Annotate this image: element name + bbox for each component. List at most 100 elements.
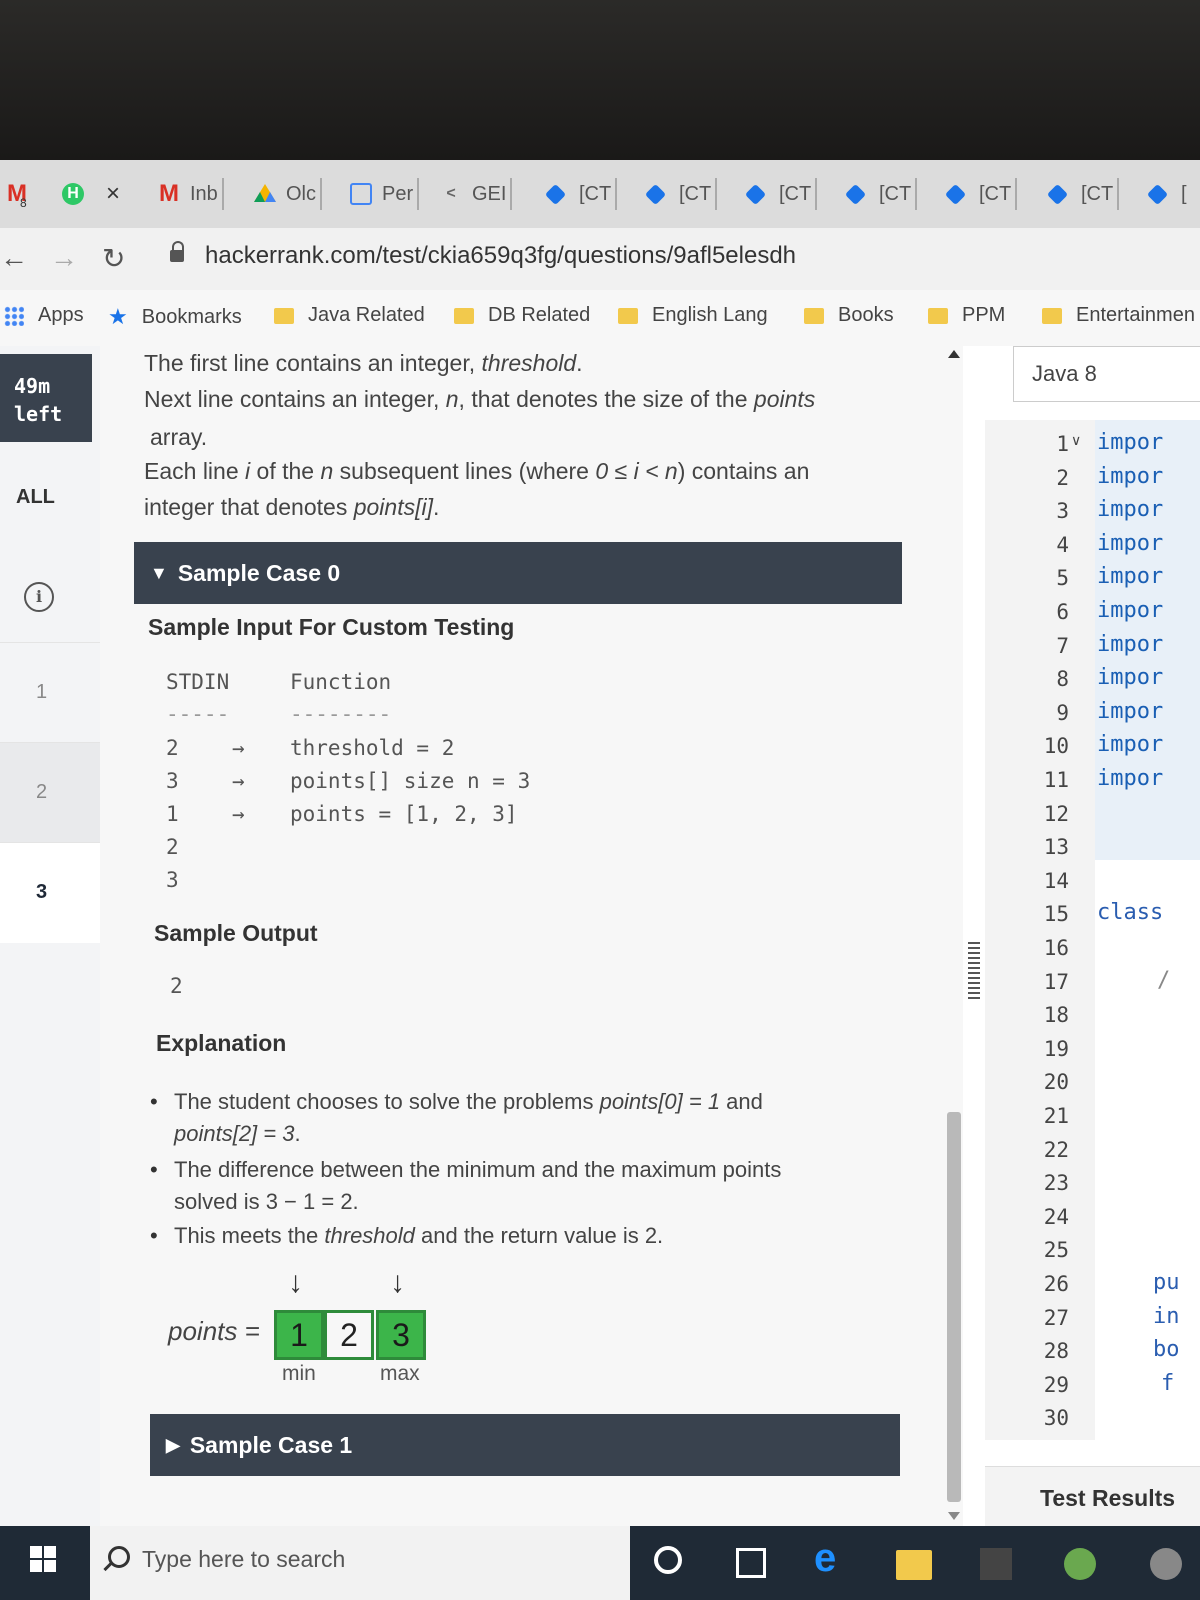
taskbar-search-box[interactable]: Type here to search (90, 1526, 630, 1600)
diamond-icon (644, 183, 667, 205)
back-arrow-icon[interactable]: ← (0, 242, 28, 274)
tab-ct-1[interactable]: [CT (544, 174, 618, 214)
line-number: 2 (1056, 465, 1069, 490)
line-number: 5 (1056, 566, 1069, 591)
code-line[interactable]: impor (1097, 430, 1163, 455)
drag-handle-icon[interactable] (968, 942, 980, 1002)
min-caption: min (282, 1362, 316, 1385)
sample-case-0-header[interactable]: ▼ Sample Case 0 (134, 542, 902, 604)
question-sidebar: 49m left ALL i 1 2 3 (0, 346, 101, 1526)
tab-ct-2[interactable]: [CT (644, 174, 718, 214)
line-number: 25 (1043, 1238, 1069, 1263)
function-text: points = [1, 2, 3] (290, 802, 518, 826)
pane-splitter[interactable] (963, 346, 985, 1526)
cortana-icon[interactable] (654, 1546, 682, 1574)
tab-close-icon[interactable]: × (106, 180, 120, 208)
bookmark-ppm[interactable]: PPM (928, 304, 1005, 327)
bookmark-label: Books (838, 304, 894, 326)
fold-chevron-icon[interactable]: ∨ (1071, 432, 1081, 449)
star-icon: ★ (108, 304, 128, 329)
code-line[interactable]: impor (1097, 598, 1163, 623)
code-line[interactable]: impor (1097, 564, 1163, 589)
language-select[interactable]: Java 8 (1013, 346, 1200, 402)
problem-scrollbar[interactable] (945, 346, 963, 1526)
bookmark-english-lang[interactable]: English Lang (618, 304, 768, 327)
tab-separator (1117, 178, 1120, 210)
bookmark-books[interactable]: Books (804, 304, 894, 327)
sample-case-title: Sample Case 0 (177, 559, 341, 586)
code-line[interactable]: impor (1097, 497, 1163, 522)
line-number: 21 (1043, 1104, 1069, 1128)
nav-all-questions[interactable]: ALL (16, 486, 55, 509)
line-number: 1 (1056, 432, 1069, 456)
code-fragment[interactable]: / (1157, 968, 1170, 993)
code-line[interactable]: impor (1097, 665, 1163, 690)
scroll-up-arrow-icon[interactable] (948, 350, 960, 358)
code-line[interactable]: impor (1097, 464, 1163, 489)
stdin-value: 3 (166, 868, 179, 892)
tab-drive[interactable]: Olc (254, 174, 322, 214)
info-icon[interactable]: i (24, 582, 54, 612)
store-icon[interactable] (980, 1548, 1012, 1580)
bookmark-db-related[interactable]: DB Related (454, 304, 590, 327)
code-fragment[interactable]: bo (1153, 1337, 1180, 1362)
bookmark-bookmarks[interactable]: ★ Bookmarks (108, 304, 242, 330)
line-number: 19 (1043, 1036, 1069, 1061)
tab-label: GEI (472, 182, 507, 205)
task-view-icon[interactable] (736, 1548, 766, 1578)
app-icon[interactable] (1150, 1548, 1182, 1580)
explanation-title: Explanation (156, 1030, 287, 1056)
code-line[interactable]: impor (1097, 732, 1163, 757)
tab-hackerrank-active[interactable]: H × (62, 174, 120, 214)
code-editor-panel: Java 8 ∨ 1 2 3 4 5 6 7 8 9 10 11 12 13 14 15 16 17 18 19 20… (985, 346, 1200, 1526)
windows-start-icon[interactable] (30, 1546, 58, 1574)
test-results-tab[interactable]: Test Results (985, 1466, 1200, 1526)
input-format-line-1: The first line contains an integer, thre… (144, 350, 583, 376)
bookmark-apps[interactable]: Apps (4, 304, 84, 327)
scroll-thumb[interactable] (947, 1112, 961, 1502)
file-explorer-icon[interactable] (896, 1550, 932, 1580)
question-item-3-active[interactable]: 3 (0, 842, 100, 943)
bookmark-label: Apps (38, 304, 84, 326)
tab-gei[interactable]: < GEI (440, 174, 513, 214)
scroll-down-arrow-icon[interactable] (948, 1512, 960, 1520)
bookmark-label: Entertainmen (1076, 304, 1195, 326)
diamond-icon (544, 183, 567, 205)
tab-ct-4[interactable]: [CT (844, 174, 918, 214)
explanation-bullet-3: This meets the threshold and the return … (150, 1220, 874, 1252)
code-fragment[interactable]: in (1153, 1304, 1180, 1329)
tab-ct-7[interactable]: [ (1146, 174, 1187, 214)
code-line[interactable]: impor (1097, 766, 1163, 791)
line-number: 26 (1043, 1272, 1069, 1296)
tab-label: Inb (190, 182, 218, 205)
tab-ct-6[interactable]: [CT (1046, 174, 1120, 214)
time-left-label: left (14, 402, 63, 426)
tab-per[interactable]: Per (350, 174, 420, 214)
question-item-2[interactable]: 2 (0, 742, 100, 843)
tab-ct-5[interactable]: [CT (944, 174, 1018, 214)
code-line[interactable]: impor (1097, 699, 1163, 724)
question-item-1[interactable]: 1 (0, 642, 100, 743)
reload-icon[interactable]: ↻ (102, 242, 125, 275)
code-fragment[interactable]: class (1097, 900, 1163, 925)
code-fragment[interactable]: pu (1153, 1270, 1180, 1295)
tab-label: [ (1181, 182, 1187, 205)
bookmark-java-related[interactable]: Java Related (274, 304, 425, 327)
code-line[interactable]: impor (1097, 632, 1163, 657)
bookmark-entertainment[interactable]: Entertainmen (1042, 304, 1195, 327)
tab-gmail[interactable]: M 8 (6, 174, 38, 214)
line-number: 8 (1056, 667, 1069, 692)
forward-arrow-icon[interactable]: → (50, 242, 78, 274)
code-fragment[interactable]: f (1161, 1371, 1174, 1396)
tab-inbox[interactable]: M Inb (158, 174, 224, 214)
code-line[interactable]: impor (1097, 531, 1163, 556)
sample-case-1-header[interactable]: ▶ Sample Case 1 (150, 1414, 900, 1476)
search-icon (108, 1546, 130, 1568)
edge-browser-icon[interactable]: e (814, 1536, 850, 1580)
bookmark-label: Bookmarks (141, 305, 242, 328)
app-icon[interactable] (1064, 1548, 1096, 1580)
bookmarks-bar: Apps ★ Bookmarks Java Related DB Related… (0, 290, 1200, 347)
tab-label: [CT (779, 182, 812, 205)
tab-ct-3[interactable]: [CT (744, 174, 818, 214)
url-input[interactable]: hackerrank.com/test/ckia659q3fg/question… (205, 242, 796, 270)
